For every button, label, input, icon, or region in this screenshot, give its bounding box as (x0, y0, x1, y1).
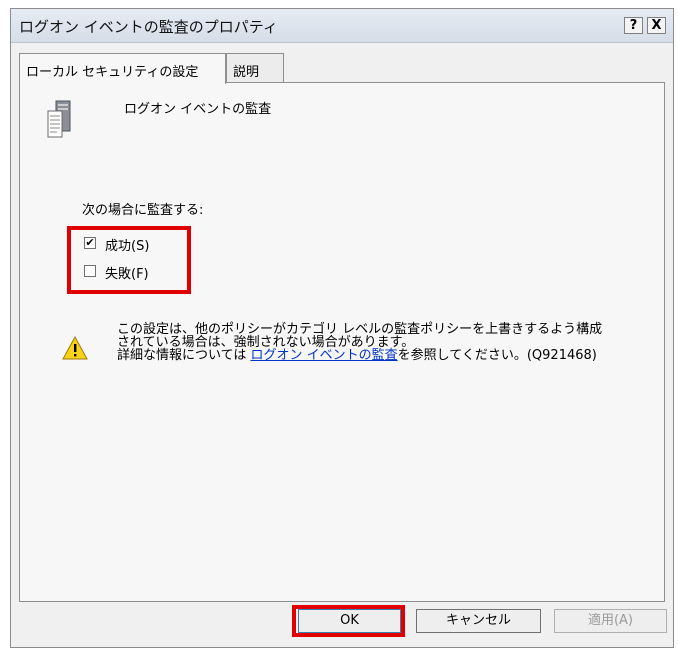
highlight-box-ok (292, 605, 405, 637)
warning-line-3: 詳細な情報については ログオン イベントの監査を参照してください。(Q92146… (117, 349, 657, 362)
apply-button[interactable]: 適用(A) (554, 609, 667, 633)
audit-logon-events-link[interactable]: ログオン イベントの監査 (250, 348, 397, 363)
properties-dialog: ログオン イベントの監査のプロパティ ? X ローカル セキュリティの設定 説明… (10, 8, 674, 648)
server-policy-icon (47, 100, 71, 138)
tab-strip: ローカル セキュリティの設定 説明 (19, 53, 669, 84)
tab-local-security-setting[interactable]: ローカル セキュリティの設定 (19, 53, 226, 84)
cancel-button[interactable]: キャンセル (416, 609, 541, 633)
close-button[interactable]: X (647, 17, 666, 34)
warning-line-3-suffix: を参照してください。(Q921468) (397, 348, 597, 363)
policy-name: ログオン イベントの監査 (124, 102, 272, 117)
window-title: ログオン イベントの監査のプロパティ (19, 18, 278, 36)
audit-on-label: 次の場合に監査する: (82, 203, 204, 218)
warning-message: この設定は、他のポリシーがカテゴリ レベルの監査ポリシーを上書きするよう構成 さ… (117, 323, 657, 362)
warning-icon (62, 336, 88, 360)
warning-line-3-prefix: 詳細な情報については (117, 348, 251, 363)
tab-panel: ログオン イベントの監査 次の場合に監査する: ✔ 成功(S) 失敗(F) この… (19, 82, 665, 602)
tab-explain[interactable]: 説明 (226, 53, 284, 82)
title-bar: ログオン イベントの監査のプロパティ ? X (11, 9, 673, 43)
highlight-box-checkboxes (67, 226, 191, 294)
help-button[interactable]: ? (624, 17, 643, 34)
